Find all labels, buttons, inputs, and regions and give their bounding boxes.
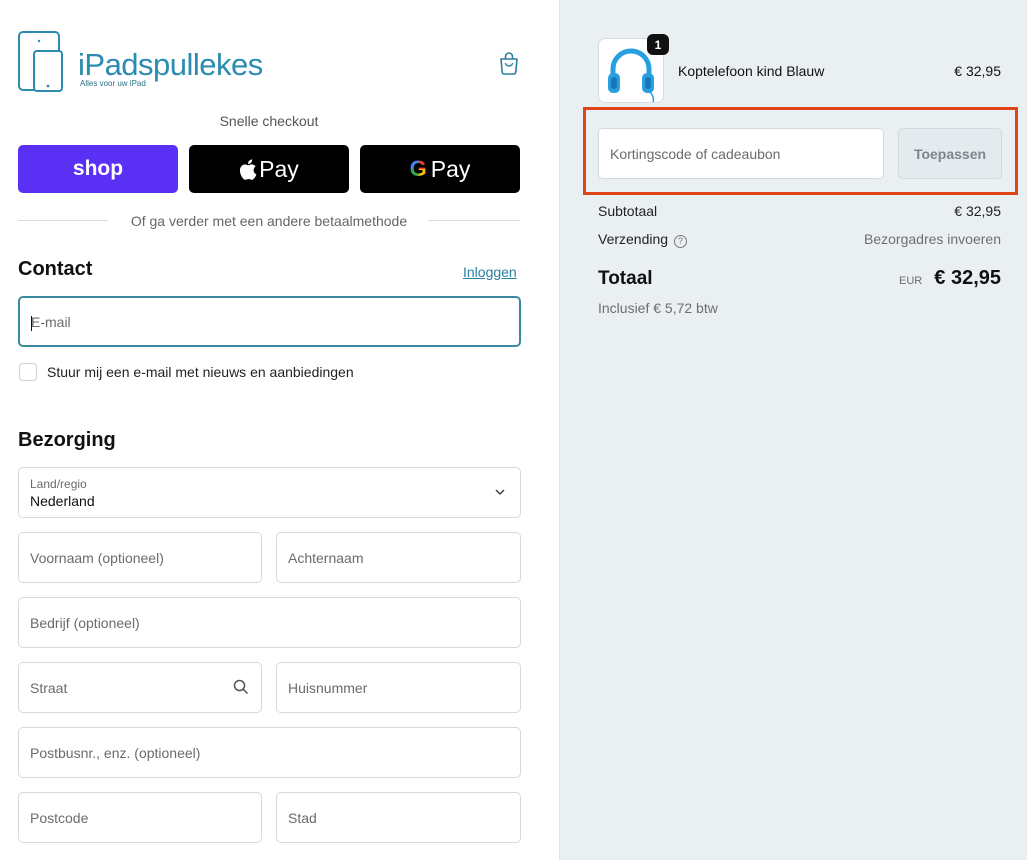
address2-placeholder: Postbusnr., enz. (optioneel) [30, 744, 201, 761]
street-field[interactable]: Straat [18, 662, 262, 713]
subtotal-value: € 32,95 [954, 203, 1001, 219]
total-value: € 32,95 [934, 267, 1001, 289]
shop-pay-label: shop [72, 157, 124, 180]
chevron-down-icon [495, 489, 505, 496]
country-value: Nederland [30, 493, 95, 509]
delivery-heading: Bezorging [18, 429, 116, 451]
apple-pay-label: Pay [259, 155, 299, 182]
discount-code-input[interactable]: Kortingscode of cadeaubon [598, 128, 884, 179]
help-icon[interactable]: ? [674, 235, 688, 248]
search-icon[interactable] [233, 679, 249, 695]
street-placeholder: Straat [30, 679, 68, 696]
apple-pay-button[interactable]: Pay [189, 145, 349, 193]
subtotal-row: Subtotaal € 32,95 [598, 203, 1001, 219]
google-pay-label: Pay [430, 155, 471, 182]
quantity-badge: 1 [647, 34, 669, 55]
email-field[interactable]: E-mail [18, 296, 521, 347]
apple-logo-icon [240, 158, 257, 180]
google-logo-icon: G [409, 156, 427, 181]
country-label: Land/regio [30, 477, 87, 491]
express-checkout-title: Snelle checkout [219, 113, 319, 129]
shipping-label: Verzending [598, 231, 669, 247]
brand-tagline: Alles voor uw iPad [80, 79, 146, 88]
tax-note: Inclusief € 5,72 btw [598, 300, 718, 316]
company-field[interactable]: Bedrijf (optioneel) [18, 597, 521, 648]
last-name-field[interactable]: Achternaam [276, 532, 521, 583]
email-placeholder: E-mail [31, 313, 71, 330]
product-name: Koptelefoon kind Blauw [678, 63, 825, 79]
total-currency: EUR [899, 275, 923, 287]
shipping-row: Verzending? Bezorgadres invoeren [598, 231, 1001, 248]
discount-placeholder: Kortingscode of cadeaubon [610, 146, 781, 162]
city-placeholder: Stad [288, 809, 317, 826]
country-select[interactable]: Land/regio Nederland [18, 467, 521, 518]
company-placeholder: Bedrijf (optioneel) [30, 614, 140, 631]
shipping-value: Bezorgadres invoeren [864, 231, 1001, 247]
contact-heading: Contact [18, 258, 93, 280]
shopping-bag-icon[interactable] [498, 51, 520, 75]
city-field[interactable]: Stad [276, 792, 521, 843]
newsletter-option[interactable]: Stuur mij een e-mail met nieuws en aanbi… [19, 362, 354, 382]
house-number-placeholder: Huisnummer [288, 679, 368, 696]
alternative-payment-text: Of ga verder met een andere betaalmethod… [130, 213, 408, 229]
google-pay-button[interactable]: G Pay [360, 145, 520, 193]
subtotal-label: Subtotaal [598, 203, 658, 219]
login-link[interactable]: Inloggen [463, 264, 517, 280]
house-number-field[interactable]: Huisnummer [276, 662, 521, 713]
shop-pay-button[interactable]: shop [18, 145, 178, 193]
ipad-logo-icon [18, 31, 63, 92]
last-name-placeholder: Achternaam [288, 549, 364, 566]
brand-name: iPadspullekes [78, 47, 263, 82]
address2-field[interactable]: Postbusnr., enz. (optioneel) [18, 727, 521, 778]
brand-logo[interactable]: iPadspullekes Alles voor uw iPad [18, 29, 278, 93]
checkout-form-panel: iPadspullekes Alles voor uw iPad Snelle … [0, 0, 559, 860]
newsletter-checkbox[interactable] [19, 363, 37, 381]
total-label: Totaal [598, 268, 653, 289]
first-name-placeholder: Voornaam (optioneel) [30, 549, 164, 566]
postcode-placeholder: Postcode [30, 809, 89, 826]
first-name-field[interactable]: Voornaam (optioneel) [18, 532, 262, 583]
apply-discount-button[interactable]: Toepassen [898, 128, 1002, 179]
postcode-field[interactable]: Postcode [18, 792, 262, 843]
product-price: € 32,95 [954, 63, 1001, 79]
newsletter-label: Stuur mij een e-mail met nieuws en aanbi… [47, 364, 354, 380]
